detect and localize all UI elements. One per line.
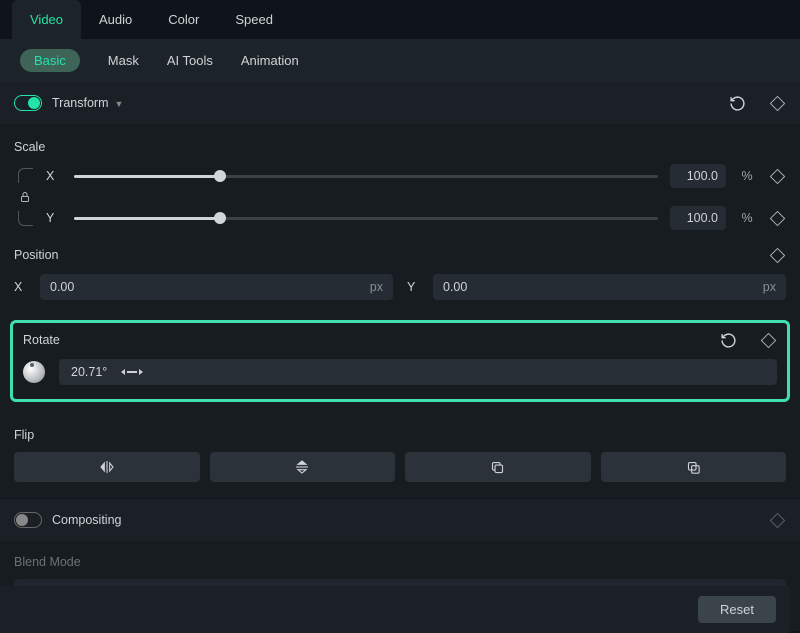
scale-y-keyframe-icon[interactable] [768,209,786,227]
scale-x-slider[interactable] [74,174,658,178]
flip-vertical-button[interactable] [210,452,396,482]
transform-keyframe-icon[interactable] [768,94,786,112]
rotate-reset-icon[interactable] [719,331,737,349]
subtab-ai-tools[interactable]: AI Tools [167,53,213,68]
scale-x-axis: X [46,169,62,183]
compositing-keyframe-icon[interactable] [768,511,786,529]
subtab-mask[interactable]: Mask [108,53,139,68]
rotate-dial[interactable] [23,361,45,383]
position-keyframe-icon[interactable] [768,246,786,264]
paste-button[interactable] [601,452,787,482]
transform-reset-icon[interactable] [728,94,746,112]
scale-y-axis: Y [46,211,62,225]
reset-button[interactable]: Reset [698,596,776,623]
compositing-toggle[interactable] [14,512,42,528]
pos-y-input[interactable]: 0.00px [433,274,786,300]
footer: Reset [0,586,790,633]
pos-y-axis: Y [407,280,423,294]
drag-horizontal-icon[interactable] [121,369,143,375]
tab-video[interactable]: Video [12,0,81,39]
scale-x-value[interactable]: 100.0 [670,164,726,188]
scale-x-keyframe-icon[interactable] [768,167,786,185]
tab-speed[interactable]: Speed [217,0,291,39]
flip-horizontal-button[interactable] [14,452,200,482]
subtab-animation[interactable]: Animation [241,53,299,68]
copy-button[interactable] [405,452,591,482]
rotate-input[interactable]: 20.71° [59,359,777,385]
flip-label: Flip [14,412,786,452]
scale-y-slider[interactable] [74,216,658,220]
transform-toggle[interactable] [14,95,42,111]
chevron-down-icon: ▼ [115,99,124,109]
scale-y-value[interactable]: 100.0 [670,206,726,230]
transform-header: Transform▼ [0,82,800,124]
compositing-title: Compositing [52,513,121,527]
pos-x-axis: X [14,280,30,294]
subtab-basic[interactable]: Basic [20,49,80,72]
lock-icon[interactable] [19,188,31,206]
compositing-header: Compositing [0,498,800,541]
scale-label: Scale [14,124,786,164]
scale-y-unit: % [738,211,756,225]
pos-x-input[interactable]: 0.00px [40,274,393,300]
tab-color[interactable]: Color [150,0,217,39]
rotate-keyframe-icon[interactable] [759,331,777,349]
blend-mode-label: Blend Mode [14,555,786,569]
tab-audio[interactable]: Audio [81,0,150,39]
scale-x-unit: % [738,169,756,183]
position-label: Position [14,248,58,262]
rotate-label: Rotate [23,333,60,347]
transform-title[interactable]: Transform▼ [52,96,123,110]
